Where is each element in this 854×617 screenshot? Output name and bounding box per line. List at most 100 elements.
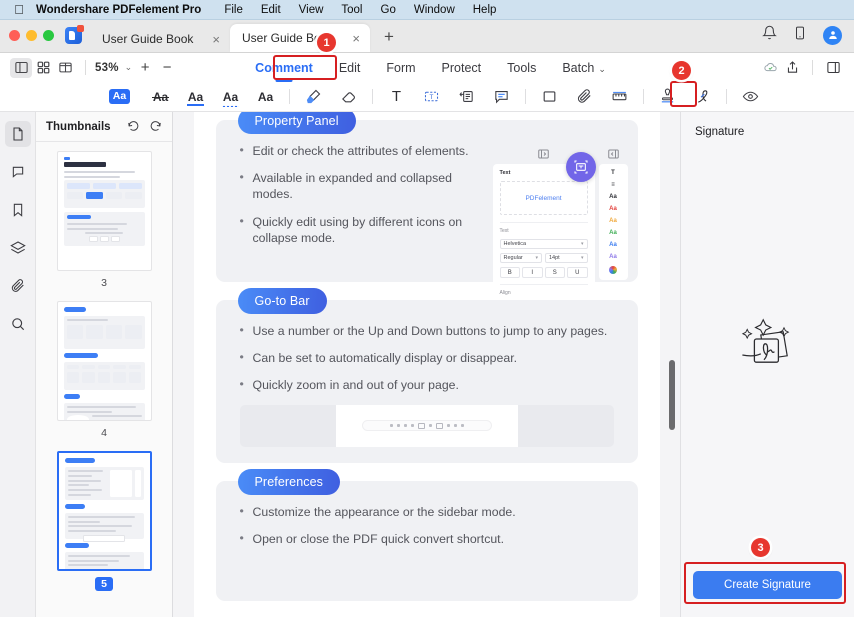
pp-strikethrough-button: S <box>544 267 565 278</box>
close-tab-icon[interactable]: × <box>212 33 220 46</box>
pp-mini-align-icon: ≡ <box>611 182 615 188</box>
eye-view-icon[interactable] <box>736 86 765 108</box>
toolbar-divider <box>812 60 813 75</box>
right-panel-icon[interactable] <box>822 58 844 78</box>
app-logo-icon <box>65 25 84 44</box>
bullet-item: Quickly edit using by different icons on… <box>240 213 490 246</box>
pp-mini-color-wheel-icon <box>609 266 617 274</box>
signature-footer: Create Signature <box>681 571 854 617</box>
sidebar-panel-icon[interactable] <box>10 57 32 78</box>
thumbnail-page-4[interactable] <box>56 301 152 421</box>
signature-pen-icon[interactable] <box>688 86 717 108</box>
property-panel-mini-body: T ≡ Aa Aa Aa Aa Aa Aa <box>598 164 628 280</box>
section-heading: Property Panel <box>237 112 356 134</box>
attachments-icon[interactable] <box>5 273 31 299</box>
tab-batch[interactable]: Batch ⌄ <box>549 61 619 75</box>
caret-insert-icon[interactable]: Aa <box>251 86 280 108</box>
zoom-in-button[interactable]: + <box>134 59 156 76</box>
sticky-note-icon[interactable] <box>487 86 516 108</box>
eraser-icon[interactable] <box>334 86 363 108</box>
property-panel-mockup: Text PDFelement Text Helvetica ▾ Regular ▾… <box>492 148 628 307</box>
zoom-level-value[interactable]: 53% <box>95 62 119 74</box>
pp-sample-text: PDFelement <box>525 194 562 202</box>
toolbar-divider <box>726 89 727 104</box>
tab-edit[interactable]: Edit <box>326 61 374 75</box>
rotate-right-icon[interactable] <box>149 120 162 133</box>
tab-protect[interactable]: Protect <box>429 61 495 75</box>
signature-empty-state <box>681 138 854 571</box>
thumbnail-page-3[interactable] <box>56 151 152 271</box>
thumbnail-preview <box>58 302 151 420</box>
text-box-icon[interactable]: T <box>417 86 446 108</box>
close-window-button[interactable] <box>9 30 20 41</box>
stamp-icon[interactable] <box>653 86 682 108</box>
close-tab-icon[interactable]: × <box>352 32 360 45</box>
bookmarks-icon[interactable] <box>5 197 31 223</box>
bullet-item: Customize the appearance or the sidebar … <box>240 503 614 520</box>
menu-edit[interactable]: Edit <box>252 4 290 16</box>
caret-label: Aa <box>257 89 274 104</box>
thumbnail-page-5[interactable] <box>56 451 152 571</box>
document-tab-1[interactable]: User Guide Book × <box>90 26 230 52</box>
thumbnail-preview <box>58 152 151 255</box>
highlighter-pen-icon[interactable] <box>299 86 328 108</box>
text-tool-icon[interactable]: T <box>382 86 411 108</box>
highlight-text-icon[interactable]: Aa <box>105 86 134 108</box>
app-name-label: Wondershare PDFelement Pro <box>36 3 202 16</box>
menu-view[interactable]: View <box>290 4 333 16</box>
pp-style-buttons: B I S U <box>499 267 588 278</box>
toolbar-divider <box>85 60 86 75</box>
bell-icon[interactable] <box>762 25 777 45</box>
pdf-page: Property Panel Edit or check the attribu… <box>193 112 660 617</box>
rotate-left-icon[interactable] <box>127 120 140 133</box>
tab-tools[interactable]: Tools <box>494 61 549 75</box>
create-signature-button[interactable]: Create Signature <box>693 571 842 599</box>
attachment-icon[interactable] <box>570 86 599 108</box>
cloud-check-icon[interactable] <box>759 58 781 78</box>
menu-help[interactable]: Help <box>464 4 506 16</box>
page-view-icon[interactable] <box>54 58 76 78</box>
pp-mini-color-6: Aa <box>609 254 617 260</box>
measure-ruler-icon[interactable] <box>605 86 634 108</box>
menu-go[interactable]: Go <box>372 4 405 16</box>
menu-window[interactable]: Window <box>405 4 464 16</box>
apple-logo-icon[interactable]:  <box>10 3 28 16</box>
rectangle-shape-icon[interactable] <box>535 86 564 108</box>
new-tab-button[interactable]: + <box>370 27 406 52</box>
callout-icon[interactable] <box>452 86 481 108</box>
highlight-label: Aa <box>108 89 131 104</box>
tab-form[interactable]: Form <box>373 61 428 75</box>
zoom-out-button[interactable]: − <box>156 59 178 76</box>
strikethrough-icon[interactable]: Aa <box>146 86 175 108</box>
share-icon[interactable] <box>781 58 803 78</box>
tabbar-right-controls <box>762 25 854 52</box>
minimize-window-button[interactable] <box>26 30 37 41</box>
layers-icon[interactable] <box>5 235 31 261</box>
mobile-icon[interactable] <box>793 26 807 45</box>
tab-comment[interactable]: Comment <box>242 61 326 75</box>
bullet-item: Open or close the PDF quick convert shor… <box>240 530 614 547</box>
pp-italic-button: I <box>522 267 543 278</box>
document-tab-2[interactable]: User Guide Book × <box>230 24 370 52</box>
chevron-down-icon[interactable]: ⌄ <box>125 62 133 73</box>
account-avatar[interactable] <box>823 25 842 45</box>
thumbnails-icon[interactable] <box>4 121 31 147</box>
thumbnail-page-number: 3 <box>101 277 107 289</box>
squiggly-label: Aa <box>221 89 240 107</box>
maximize-window-button[interactable] <box>43 30 54 41</box>
menu-tool[interactable]: Tool <box>332 4 371 16</box>
vertical-scrollbar[interactable] <box>669 360 675 430</box>
search-icon[interactable] <box>5 311 31 337</box>
ribbon-tabs: Comment Edit Form Protect Tools Batch ⌄ <box>242 61 619 75</box>
main-toolbar: 53% ⌄ + − Comment Edit Form Protect Tool… <box>0 53 854 82</box>
svg-text:T: T <box>430 94 434 101</box>
text-crop-tool-icon[interactable] <box>566 152 596 182</box>
document-viewer[interactable]: Property Panel Edit or check the attribu… <box>173 112 680 617</box>
grid-view-icon[interactable] <box>32 58 54 78</box>
comments-icon[interactable] <box>5 159 31 185</box>
toolbar-divider <box>525 89 526 104</box>
bullet-item: Edit or check the attributes of elements… <box>240 142 490 159</box>
underline-icon[interactable]: Aa <box>181 86 210 108</box>
squiggly-underline-icon[interactable]: Aa <box>216 86 245 108</box>
menu-file[interactable]: File <box>215 4 252 16</box>
